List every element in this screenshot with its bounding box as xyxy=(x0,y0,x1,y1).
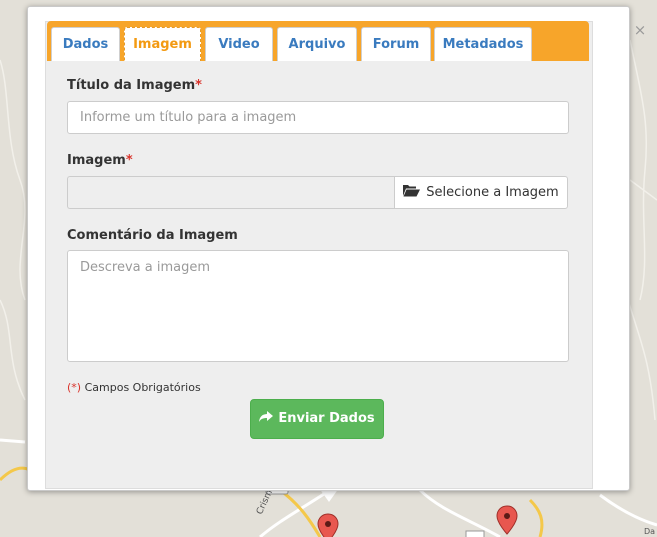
tab-metadados[interactable]: Metadados xyxy=(434,27,532,61)
submit-label: Enviar Dados xyxy=(278,411,375,426)
required-note-marker: (*) xyxy=(67,381,82,394)
comment-field-label: Comentário da Imagem xyxy=(67,228,238,243)
map-marker-icon[interactable] xyxy=(317,513,339,537)
required-asterisk: * xyxy=(195,78,202,93)
tab-bar: Dados Imagem Video Arquivo Forum Metadad… xyxy=(47,21,589,61)
title-field-label: Título da Imagem* xyxy=(67,78,202,93)
tab-forum[interactable]: Forum xyxy=(361,27,431,61)
select-image-label: Selecione a Imagem xyxy=(426,185,559,200)
comment-textarea[interactable]: Descreva a imagem xyxy=(67,250,569,362)
tab-video[interactable]: Video xyxy=(205,27,273,61)
info-popup: × Dados Imagem Video Arquivo Forum Metad… xyxy=(27,6,646,491)
required-note-text: Campos Obrigatórios xyxy=(84,381,201,394)
image-field-label: Imagem* xyxy=(67,153,133,168)
share-arrow-icon xyxy=(259,411,274,422)
title-input[interactable]: Informe um título para a imagem xyxy=(67,101,569,134)
road-label-da: Da xyxy=(644,527,656,536)
folder-open-icon xyxy=(403,185,421,197)
title-label-text: Título da Imagem xyxy=(67,78,196,93)
tab-arquivo[interactable]: Arquivo xyxy=(277,27,357,61)
tab-dados[interactable]: Dados xyxy=(51,27,120,61)
tab-imagem[interactable]: Imagem xyxy=(124,27,201,61)
submit-button[interactable]: Enviar Dados xyxy=(250,399,384,439)
map-marker-icon[interactable] xyxy=(496,505,518,535)
required-fields-note: (*) Campos Obrigatórios xyxy=(67,381,201,394)
image-label-text: Imagem xyxy=(67,153,126,168)
select-image-button[interactable]: Selecione a Imagem xyxy=(394,176,568,209)
title-input-placeholder: Informe um título para a imagem xyxy=(80,110,297,125)
image-file-display[interactable] xyxy=(67,176,395,209)
required-asterisk: * xyxy=(125,153,133,168)
comment-placeholder: Descreva a imagem xyxy=(80,260,211,275)
close-icon[interactable]: × xyxy=(632,21,648,39)
